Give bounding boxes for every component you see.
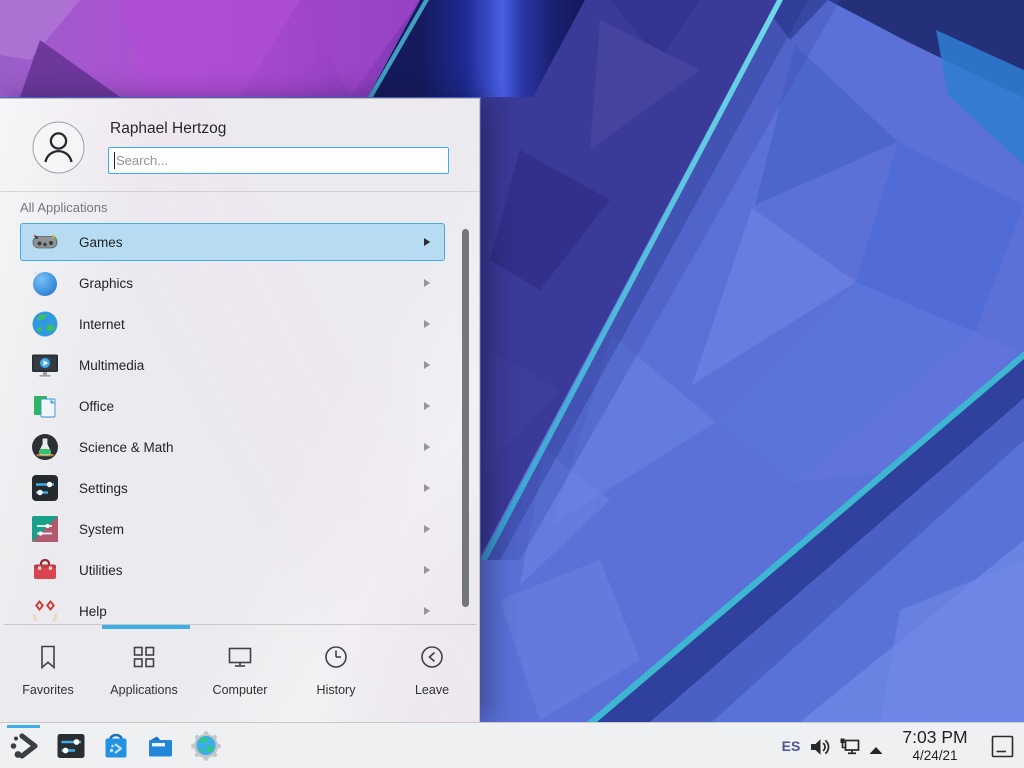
launcher-active-indicator bbox=[7, 725, 40, 728]
category-label: Science & Math bbox=[79, 440, 174, 455]
category-row-help[interactable]: Help bbox=[20, 592, 445, 621]
application-launcher-menu: Raphael Hertzog All Applications Games Gr… bbox=[0, 98, 480, 722]
tab-applications[interactable]: Applications bbox=[96, 633, 192, 721]
tab-label: Leave bbox=[415, 683, 449, 697]
graphics-sphere-icon bbox=[29, 267, 61, 299]
tab-computer[interactable]: Computer bbox=[192, 633, 288, 721]
launcher-footer: Favorites Applications Computer History Leav… bbox=[0, 621, 480, 723]
header-divider bbox=[0, 191, 479, 192]
category-row-graphics[interactable]: Graphics bbox=[20, 264, 445, 302]
category-row-settings[interactable]: Settings bbox=[20, 469, 445, 507]
category-list: Games Graphics Internet Multimedia Office Sci… bbox=[0, 223, 480, 621]
application-launcher-button[interactable] bbox=[8, 730, 40, 762]
keyboard-layout-indicator[interactable]: ES bbox=[776, 723, 806, 768]
category-row-multimedia[interactable]: Multimedia bbox=[20, 346, 445, 384]
taskbar-panel: ES 7:03 PM 4/24/21 bbox=[0, 722, 1024, 768]
bookmark-icon bbox=[34, 643, 62, 676]
submenu-arrow-icon bbox=[423, 237, 431, 247]
clock-time: 7:03 PM bbox=[893, 727, 977, 748]
submenu-arrow-icon bbox=[423, 524, 431, 534]
launcher-header: Raphael Hertzog bbox=[0, 99, 479, 191]
category-label: Utilities bbox=[79, 563, 123, 578]
submenu-arrow-icon bbox=[423, 278, 431, 288]
category-label: Office bbox=[79, 399, 114, 414]
user-name: Raphael Hertzog bbox=[110, 120, 226, 138]
category-label: Settings bbox=[79, 481, 128, 496]
submenu-arrow-icon bbox=[423, 606, 431, 616]
text-cursor bbox=[114, 152, 115, 169]
category-label: Games bbox=[79, 235, 123, 250]
gamepad-icon bbox=[29, 226, 61, 258]
tab-favorites[interactable]: Favorites bbox=[0, 633, 96, 721]
section-label: All Applications bbox=[20, 200, 107, 215]
category-label: System bbox=[79, 522, 124, 537]
network-wired-icon[interactable] bbox=[838, 736, 862, 763]
category-label: Help bbox=[79, 604, 107, 619]
category-row-science-math[interactable]: Science & Math bbox=[20, 428, 445, 466]
system-settings-button[interactable] bbox=[55, 730, 87, 762]
category-row-office[interactable]: Office bbox=[20, 387, 445, 425]
office-documents-icon bbox=[29, 390, 61, 422]
footer-tabs: Favorites Applications Computer History Leav… bbox=[0, 633, 480, 721]
discover-button[interactable] bbox=[100, 730, 132, 762]
search-input[interactable] bbox=[108, 147, 449, 174]
tab-label: History bbox=[317, 683, 356, 697]
submenu-arrow-icon bbox=[423, 565, 431, 575]
footer-divider bbox=[4, 624, 476, 625]
category-row-internet[interactable]: Internet bbox=[20, 305, 445, 343]
submenu-arrow-icon bbox=[423, 360, 431, 370]
active-tab-indicator bbox=[102, 625, 190, 629]
utilities-toolbox-icon bbox=[29, 554, 61, 586]
file-manager-button[interactable] bbox=[144, 730, 176, 762]
tab-label: Applications bbox=[110, 683, 177, 697]
list-scrollbar[interactable] bbox=[462, 229, 469, 607]
submenu-arrow-icon bbox=[423, 319, 431, 329]
clock-icon bbox=[322, 643, 350, 676]
show-desktop-icon[interactable] bbox=[991, 735, 1014, 763]
submenu-arrow-icon bbox=[423, 401, 431, 411]
category-row-utilities[interactable]: Utilities bbox=[20, 551, 445, 589]
settings-sliders-icon bbox=[29, 472, 61, 504]
search-field-wrap bbox=[108, 147, 449, 174]
clock-date: 4/24/21 bbox=[893, 748, 977, 764]
volume-icon[interactable] bbox=[808, 736, 830, 763]
leave-circle-icon bbox=[418, 643, 446, 676]
expand-caret-icon[interactable] bbox=[868, 742, 884, 760]
category-label: Internet bbox=[79, 317, 125, 332]
tab-label: Favorites bbox=[22, 683, 73, 697]
desktop: Raphael Hertzog All Applications Games Gr… bbox=[0, 0, 1024, 768]
category-row-system[interactable]: System bbox=[20, 510, 445, 548]
globe-icon bbox=[29, 308, 61, 340]
clock-widget[interactable]: 7:03 PM 4/24/21 bbox=[893, 723, 977, 768]
user-avatar-icon[interactable] bbox=[32, 121, 85, 179]
tab-label: Computer bbox=[213, 683, 268, 697]
monitor-icon bbox=[226, 643, 254, 676]
web-browser-button[interactable] bbox=[190, 730, 222, 762]
multimedia-monitor-icon bbox=[29, 349, 61, 381]
submenu-arrow-icon bbox=[423, 442, 431, 452]
tab-leave[interactable]: Leave bbox=[384, 633, 480, 721]
submenu-arrow-icon bbox=[423, 483, 431, 493]
grid-icon bbox=[130, 643, 158, 676]
tab-history[interactable]: History bbox=[288, 633, 384, 721]
system-sliders-icon bbox=[29, 513, 61, 545]
category-label: Graphics bbox=[79, 276, 133, 291]
category-label: Multimedia bbox=[79, 358, 144, 373]
category-row-games[interactable]: Games bbox=[20, 223, 445, 261]
science-flask-icon bbox=[29, 431, 61, 463]
help-lifering-icon bbox=[29, 595, 61, 621]
